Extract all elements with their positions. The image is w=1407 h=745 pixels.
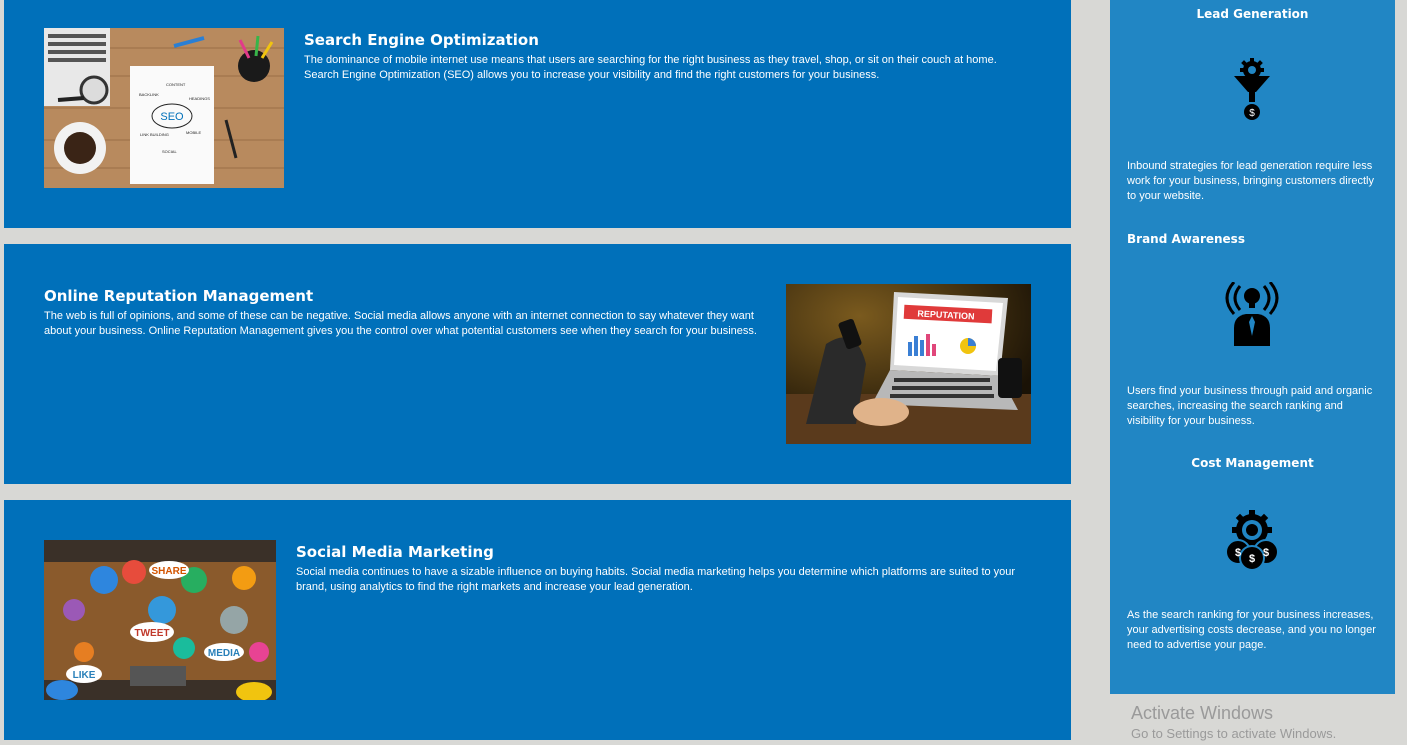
seo-text: Search Engine Optimization The dominance…	[304, 31, 1024, 83]
svg-text:SOCIAL: SOCIAL	[162, 149, 177, 154]
orm-card: Online Reputation Management The web is …	[4, 244, 1071, 484]
brand-awareness-text: Users find your business through paid an…	[1127, 385, 1373, 427]
smm-text: Social Media Marketing Social media cont…	[296, 543, 1026, 595]
sidebar-item-lead-generation: Lead Generation	[1110, 7, 1395, 21]
watermark-title: Activate Windows	[1131, 703, 1274, 723]
svg-text:MOBILE: MOBILE	[186, 130, 201, 135]
cost-management-title: Cost Management	[1191, 456, 1314, 470]
smm-word-tweet: TWEET	[135, 628, 170, 639]
gear-coins-icon: $ $ $	[1222, 508, 1282, 572]
smm-word-share: SHARE	[151, 566, 186, 577]
svg-text:BACKLINK: BACKLINK	[139, 92, 159, 97]
smm-word-media: MEDIA	[208, 648, 240, 659]
seo-image-label: SEO	[160, 111, 184, 123]
brand-awareness-title: Brand Awareness	[1127, 232, 1245, 246]
funnel-gear-dollar-icon: $	[1222, 58, 1282, 122]
benefits-sidebar: Lead Generation $ Inbound strategies for…	[1110, 0, 1395, 694]
orm-title: Online Reputation Management	[44, 287, 314, 305]
lead-generation-text: Inbound strategies for lead generation r…	[1127, 160, 1374, 202]
activate-windows-watermark: Activate Windows Go to Settings to activ…	[1131, 703, 1336, 741]
lead-generation-title: Lead Generation	[1196, 7, 1309, 21]
smm-body: Social media continues to have a sizable…	[296, 566, 1016, 593]
broadcasting-person-icon	[1222, 281, 1282, 346]
cost-management-text: As the search ranking for your business …	[1127, 609, 1376, 651]
seo-image: SEO BACKLINK CONTENT HEADINGS LINK BUILDIN…	[44, 28, 284, 188]
seo-body: The dominance of mobile internet use mea…	[304, 54, 997, 81]
svg-text:$: $	[1249, 108, 1255, 119]
sidebar-item-cost-management: Cost Management	[1110, 456, 1395, 470]
svg-text:$: $	[1263, 547, 1269, 559]
orm-image: REPUTATION	[786, 284, 1031, 444]
sidebar-item-brand-awareness: Brand Awareness	[1110, 232, 1395, 246]
orm-text: Online Reputation Management The web is …	[44, 287, 769, 339]
orm-body: The web is full of opinions, and some of…	[44, 310, 757, 337]
svg-text:$: $	[1235, 547, 1241, 559]
svg-text:CONTENT: CONTENT	[166, 82, 186, 87]
smm-card: SHARE TWEET LIKE MEDIA Social Media Mark…	[4, 500, 1071, 740]
seo-card: SEO BACKLINK CONTENT HEADINGS LINK BUILDIN…	[4, 0, 1071, 228]
smm-word-like: LIKE	[73, 670, 96, 681]
smm-title: Social Media Marketing	[296, 543, 494, 561]
smm-image: SHARE TWEET LIKE MEDIA	[44, 540, 276, 700]
watermark-subtitle: Go to Settings to activate Windows.	[1131, 726, 1337, 741]
seo-title: Search Engine Optimization	[304, 31, 539, 49]
svg-text:HEADINGS: HEADINGS	[189, 96, 210, 101]
svg-text:LINK BUILDING: LINK BUILDING	[140, 132, 169, 137]
svg-text:$: $	[1249, 553, 1255, 565]
